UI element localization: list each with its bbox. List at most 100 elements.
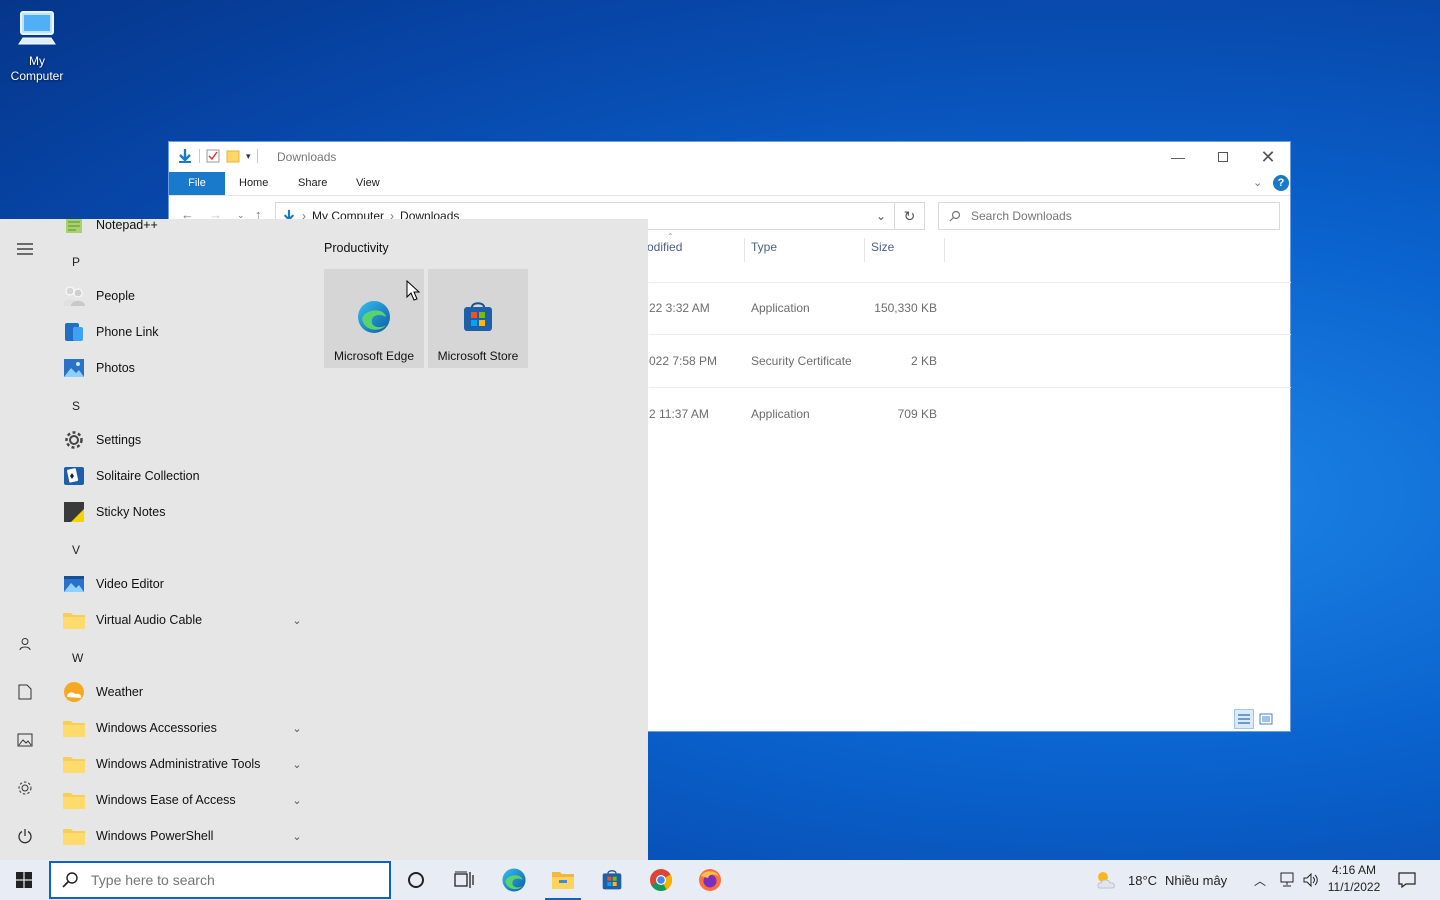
search-icon (62, 872, 78, 888)
speaker-icon (1303, 872, 1318, 888)
list-item-people[interactable]: People (62, 278, 304, 314)
list-item-weather[interactable]: Weather (62, 674, 304, 710)
power-button[interactable] (15, 826, 35, 846)
app-label: Windows Administrative Tools (96, 757, 261, 771)
minimize-button[interactable]: — (1155, 142, 1201, 172)
tab-file[interactable]: File (169, 172, 225, 195)
list-item-virtual-audio-cable[interactable]: Virtual Audio Cable ⌄ (62, 602, 304, 638)
column-type[interactable]: Type (751, 240, 777, 254)
power-icon (18, 829, 32, 844)
task-view-icon (454, 871, 474, 888)
list-item-windows-ease-of-access[interactable]: Windows Ease of Access ⌄ (62, 782, 304, 818)
taskbar-edge[interactable] (490, 860, 538, 900)
chevron-down-icon[interactable]: ⌄ (290, 722, 304, 735)
phone-link-icon (62, 320, 86, 344)
new-folder-icon[interactable] (226, 149, 240, 163)
desktop-icon-label: My Computer (10, 54, 64, 83)
weather-icon (62, 680, 86, 704)
clock[interactable]: 4:16 AM 11/1/2022 (1322, 862, 1386, 896)
search-input[interactable]: Search Downloads (938, 202, 1280, 230)
download-arrow-icon (179, 149, 191, 163)
chevron-down-icon[interactable]: ⌄ (290, 830, 304, 843)
list-item-photos[interactable]: Photos (62, 350, 304, 386)
taskbar-search-box[interactable] (49, 861, 391, 899)
list-item-solitaire[interactable]: Solitaire Collection (62, 458, 304, 494)
gear-icon (18, 781, 32, 795)
notepadpp-icon (62, 219, 86, 237)
weather-description: Nhiều mây (1165, 872, 1228, 888)
network-icon (1280, 872, 1294, 887)
app-label: Virtual Audio Cable (96, 613, 203, 627)
row-size: 2 KB (910, 354, 937, 368)
weather-widget[interactable]: 18°C Nhiều mây (1094, 860, 1227, 900)
list-item-video-editor[interactable]: Video Editor (62, 566, 304, 602)
app-label: Settings (96, 433, 142, 447)
column-date-modified[interactable]: odified (647, 240, 682, 254)
refresh-icon: ↻ (903, 207, 916, 224)
list-item-sticky-notes[interactable]: Sticky Notes (62, 494, 304, 530)
row-divider (649, 334, 1291, 335)
list-item-settings[interactable]: Settings (62, 422, 304, 458)
title-bar[interactable]: ▾ Downloads — ✕ (169, 142, 1290, 172)
list-item-windows-administrative-tools[interactable]: Windows Administrative Tools ⌄ (62, 746, 304, 782)
photos-icon (62, 356, 86, 380)
start-menu: Notepad++ P People Phone Link Photos S S… (0, 219, 648, 860)
action-center-button[interactable] (1398, 860, 1416, 900)
settings-button[interactable] (15, 778, 35, 798)
solitaire-icon (62, 464, 86, 488)
customize-toolbar-icon[interactable]: ▾ (246, 151, 251, 162)
account-button[interactable] (15, 634, 35, 654)
help-icon[interactable]: ? (1273, 175, 1289, 191)
column-divider (744, 238, 745, 262)
tab-home[interactable]: Home (227, 172, 280, 195)
taskbar-microsoft-store[interactable] (588, 860, 636, 900)
section-letter[interactable]: W (72, 651, 83, 665)
details-view-icon (1238, 714, 1250, 724)
expand-ribbon-icon[interactable]: ⌄ (1253, 176, 1262, 189)
volume-button[interactable] (1302, 860, 1320, 900)
search-icon (949, 210, 961, 222)
large-icons-view-button[interactable] (1256, 709, 1276, 729)
details-view-button[interactable] (1234, 709, 1254, 729)
list-item-windows-powershell[interactable]: Windows PowerShell ⌄ (62, 818, 304, 854)
taskbar-chrome[interactable] (637, 860, 685, 900)
row-divider (649, 282, 1291, 283)
list-item-notepadpp[interactable]: Notepad++ (62, 219, 304, 243)
section-letter[interactable]: P (72, 255, 80, 269)
maximize-button[interactable] (1200, 142, 1246, 172)
app-label: Photos (96, 361, 135, 375)
chevron-down-icon[interactable]: ⌄ (290, 794, 304, 807)
app-label: People (96, 289, 135, 303)
column-size[interactable]: Size (871, 240, 894, 254)
tile-microsoft-store[interactable]: Microsoft Store (428, 269, 528, 368)
tab-share[interactable]: Share (286, 172, 339, 195)
show-hidden-icons-button[interactable]: ︿ (1254, 860, 1266, 900)
tab-view[interactable]: View (344, 172, 392, 195)
start-button[interactable] (0, 860, 48, 900)
folder-icon (62, 608, 86, 632)
properties-icon[interactable] (206, 149, 220, 163)
documents-button[interactable] (15, 682, 35, 702)
network-button[interactable] (1278, 860, 1296, 900)
taskbar-file-explorer[interactable] (539, 860, 587, 900)
section-letter[interactable]: S (72, 399, 80, 413)
ribbon-tabs: File Home Share View ⌄ ? (169, 172, 1290, 196)
section-letter[interactable]: V (72, 543, 80, 557)
taskbar-firefox[interactable] (686, 860, 734, 900)
refresh-button[interactable]: ↻ (895, 202, 925, 230)
row-type: Security Certificate (751, 354, 852, 368)
address-dropdown-icon[interactable]: ⌄ (876, 209, 886, 223)
expand-menu-button[interactable] (15, 239, 35, 259)
folder-icon (62, 716, 86, 740)
desktop-icon-my-computer[interactable]: My Computer (4, 8, 70, 84)
chevron-down-icon[interactable]: ⌄ (290, 614, 304, 627)
taskbar-search-input[interactable] (89, 871, 369, 889)
list-item-phone-link[interactable]: Phone Link (62, 314, 304, 350)
pictures-button[interactable] (15, 730, 35, 750)
tiles-group-title[interactable]: Productivity (324, 241, 389, 255)
chevron-down-icon[interactable]: ⌄ (290, 758, 304, 771)
task-view-button[interactable] (440, 860, 488, 900)
list-item-windows-accessories[interactable]: Windows Accessories ⌄ (62, 710, 304, 746)
cortana-button[interactable] (392, 860, 440, 900)
close-button[interactable]: ✕ (1245, 142, 1291, 172)
